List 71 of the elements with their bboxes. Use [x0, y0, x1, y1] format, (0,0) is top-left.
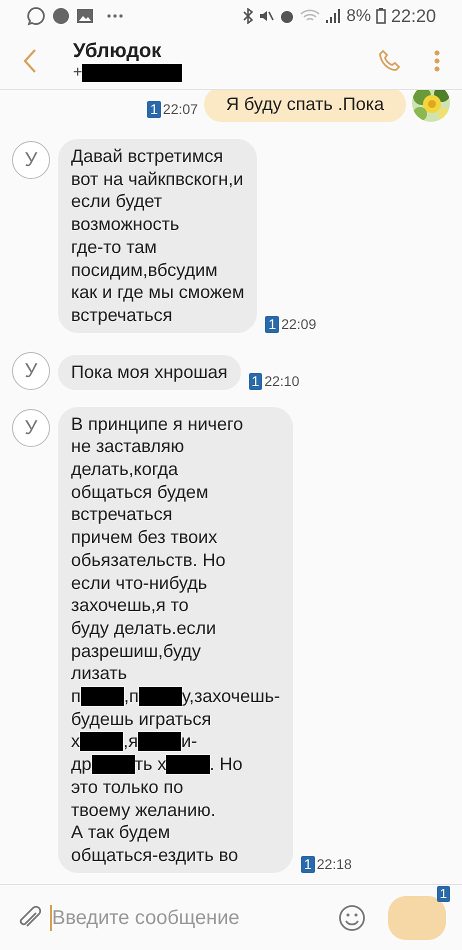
avatar: У: [12, 352, 50, 390]
phone-number: +: [73, 62, 82, 82]
message-text: . Но: [210, 753, 243, 776]
message-text: буду делать.если: [71, 616, 216, 640]
signal-icon: [325, 8, 342, 24]
sim-badge: 1: [436, 886, 450, 902]
message-text: как и где мы сможем: [71, 281, 244, 304]
bluetooth-icon: [243, 8, 254, 24]
redaction-bar: [80, 732, 124, 752]
chat-bubble-icon: [26, 6, 46, 26]
message-text: будешь играться: [71, 708, 212, 730]
message-text: возможность: [71, 213, 180, 236]
message-text: вот на чайкпвскогн,и: [71, 168, 244, 190]
message-time: 22:10: [264, 372, 300, 390]
more-dots-icon: [106, 13, 124, 19]
message-text: общаться будем: [71, 480, 208, 504]
message-text: если что-нибудь: [71, 572, 208, 594]
message-text: захочешь,я то: [71, 594, 189, 617]
sim-badge: 1: [248, 372, 262, 390]
redaction-bar: [166, 755, 210, 774]
sim-badge: 1: [265, 316, 280, 333]
message-text: В принципе я ничего: [71, 412, 244, 436]
sim-badge: 1: [300, 856, 315, 873]
message-text: не заставляю: [71, 435, 184, 458]
message-text: ,п: [124, 685, 139, 708]
message-text: причем без твоих: [71, 526, 218, 549]
message-text: у,захочешь-: [182, 685, 280, 708]
status-time: 22:20: [390, 4, 436, 28]
message-text: это только по: [71, 776, 184, 799]
message-text: делать,когда: [71, 458, 178, 481]
message-text: если будет: [71, 190, 162, 214]
message-text: Давай встретимся: [71, 145, 224, 168]
message-text: х: [71, 730, 80, 754]
message-text: п: [71, 685, 81, 708]
message-text: ,я: [123, 730, 138, 754]
message-text: др: [71, 753, 92, 776]
message-text: общаться-ездить во: [71, 844, 238, 867]
avatar: У: [12, 141, 50, 179]
message-text: Я буду спать .Пока: [226, 93, 384, 116]
message-text: посидим,вбсудим: [71, 258, 218, 282]
battery-percent: 8%: [346, 5, 371, 28]
message-text: разрешиш,буду: [71, 640, 201, 662]
message-text: встречаться: [71, 304, 172, 327]
message-text: и-: [181, 730, 198, 754]
message-text: обьязательств. Но: [71, 548, 226, 572]
message-time: 22:09: [281, 316, 316, 333]
smiley-icon[interactable]: [338, 904, 366, 932]
message-time: 22:18: [316, 856, 352, 873]
redaction-bar: [80, 686, 124, 706]
message-text: лизать: [71, 662, 128, 686]
more-options-icon[interactable]: [434, 48, 440, 72]
circle-icon: [52, 7, 70, 25]
redaction-bar: [92, 755, 135, 774]
message-text: А так будем: [71, 821, 170, 844]
phone-icon[interactable]: [378, 48, 402, 72]
sim-badge: 1: [147, 101, 161, 118]
redaction-bar: [138, 686, 182, 706]
message-text: встречаться: [71, 503, 172, 526]
avatar: У: [12, 408, 50, 447]
redaction-bar: [138, 732, 182, 752]
image-icon: [76, 8, 94, 24]
message-text: Пока моя хнрошая: [71, 360, 228, 384]
message-time: 22:07: [162, 101, 198, 118]
contact-name: Ублюдок: [73, 38, 162, 62]
message-text: ть х: [134, 753, 166, 776]
mute-icon: [258, 8, 274, 24]
message-text: где-то там: [71, 236, 157, 259]
message-input[interactable]: Введите сообщение: [50, 900, 338, 936]
battery-icon: [376, 8, 386, 24]
back-icon[interactable]: [22, 48, 38, 74]
message-text: твоему желанию.: [71, 798, 216, 822]
